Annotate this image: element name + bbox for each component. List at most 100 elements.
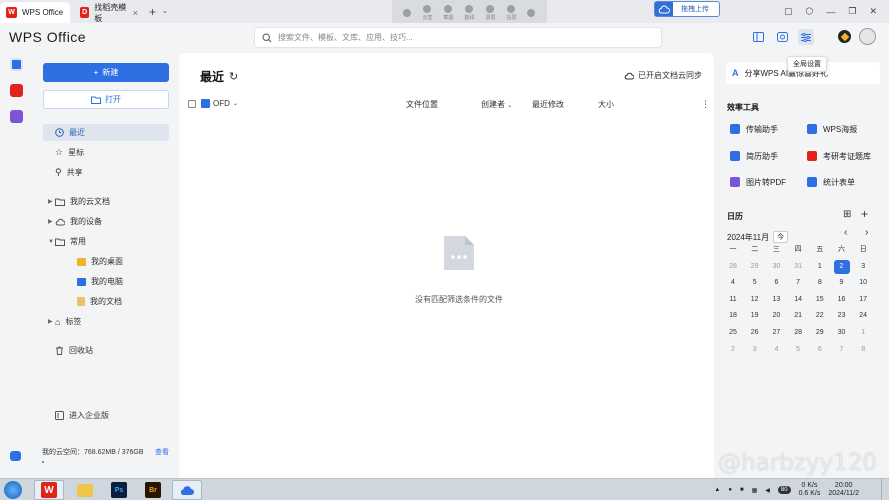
show-desktop-button[interactable] — [881, 479, 889, 500]
mini-tool-sign[interactable]: 云签 — [422, 5, 432, 21]
calendar-day[interactable]: 25 — [722, 326, 744, 340]
calendar-day[interactable]: 30 — [831, 326, 853, 340]
chevron-right-icon[interactable]: ▶ — [48, 198, 53, 205]
plus-icon[interactable]: + — [861, 207, 868, 221]
calendar-day[interactable]: 8 — [852, 343, 874, 357]
tool-transfer-assistant[interactable]: 传输助手 — [730, 122, 778, 136]
calendar-day[interactable]: 20 — [765, 309, 787, 323]
calendar-day[interactable]: 2 — [722, 343, 744, 357]
calendar-day[interactable]: 19 — [744, 309, 766, 323]
tool-stat-form[interactable]: 统计表单 — [807, 175, 855, 189]
close-icon[interactable]: × — [133, 8, 138, 18]
new-button[interactable]: + 新建 — [43, 63, 169, 82]
chevron-left-icon[interactable]: ‹ — [844, 227, 847, 238]
nav-item-my-computer[interactable]: 我的电脑 — [43, 273, 169, 290]
calendar-day[interactable]: 29 — [744, 260, 766, 274]
nav-item-recycle-bin[interactable]: 回收站 — [43, 342, 169, 359]
calendar-day[interactable]: 14 — [787, 293, 809, 307]
calendar-day[interactable]: 6 — [809, 343, 831, 357]
skin-icon[interactable]: ⬡ — [806, 6, 814, 17]
rail-apps-icon[interactable] — [10, 110, 23, 123]
list-options-icon[interactable]: ⋮ — [701, 99, 710, 110]
tray-shield-icon[interactable]: ■ — [740, 487, 744, 493]
calendar-day[interactable]: 16 — [831, 293, 853, 307]
mini-tool-record[interactable]: 录屏 — [485, 5, 495, 21]
calendar-day[interactable]: 4 — [765, 343, 787, 357]
rail-documents-icon[interactable] — [10, 58, 23, 71]
enterprise-entry[interactable]: 进入企业版 — [43, 407, 169, 424]
chevron-down-icon[interactable]: ▼ — [48, 239, 54, 245]
minimize-icon[interactable]: — — [826, 7, 835, 17]
tab-wps-office[interactable]: W WPS Office — [0, 2, 70, 23]
calendar-day[interactable]: 24 — [852, 309, 874, 323]
column-creator[interactable]: 创建者 ⌄ — [481, 99, 512, 110]
calendar-day[interactable]: 7 — [787, 276, 809, 290]
nav-item-recent[interactable]: 最近 — [43, 124, 169, 141]
calendar-day[interactable]: 29 — [809, 326, 831, 340]
add-event-icon[interactable]: ⊞ — [843, 209, 851, 220]
tray-volume-icon[interactable]: ◀ — [765, 487, 770, 494]
view-toggle-icon[interactable] — [750, 29, 766, 45]
calendar-day[interactable]: 4 — [722, 276, 744, 290]
calendar-day[interactable]: 8 — [809, 276, 831, 290]
layout-icon[interactable]: ▢ — [784, 6, 793, 17]
calendar-day[interactable]: 30 — [765, 260, 787, 274]
taskbar-bridge[interactable]: Br — [138, 480, 168, 500]
sync-cloud-icon[interactable] — [774, 29, 790, 45]
file-type-filter[interactable]: OFD ⌄ — [201, 99, 238, 108]
column-last-modified[interactable]: 最近修改 — [532, 99, 564, 110]
nav-item-desktop[interactable]: 我的桌面 — [43, 253, 169, 270]
chevron-right-icon[interactable]: ▶ — [48, 318, 53, 325]
mini-tool-translate[interactable]: 翻译 — [464, 5, 474, 21]
tray-network-icon[interactable]: ▦ — [752, 487, 758, 494]
storage-view-link[interactable]: 查看 — [155, 447, 169, 457]
mini-tool-screenshot[interactable]: 截图 — [443, 5, 453, 21]
tray-arrow-icon[interactable]: ▲ — [714, 487, 720, 493]
calendar-day[interactable]: 1 — [852, 326, 874, 340]
calendar-day[interactable]: 18 — [722, 309, 744, 323]
nav-item-frequent[interactable]: ▼ 常用 — [43, 233, 169, 250]
tray-mic-icon[interactable]: ● — [728, 487, 732, 493]
avatar[interactable] — [859, 28, 876, 45]
calendar-day[interactable]: 13 — [765, 293, 787, 307]
nav-item-cloud-docs[interactable]: ▶ 我的云文档 — [43, 193, 169, 210]
global-settings-icon[interactable] — [798, 29, 814, 45]
close-window-icon[interactable]: ✕ — [869, 6, 877, 17]
calendar-day[interactable]: 27 — [765, 326, 787, 340]
tool-image-to-pdf[interactable]: 图片转PDF — [730, 175, 786, 189]
chevron-down-icon[interactable]: ⌄ — [162, 7, 168, 15]
calendar-day[interactable]: 1 — [809, 260, 831, 274]
open-button[interactable]: 打开 — [43, 90, 169, 109]
tool-exam-bank[interactable]: 考研考证题库 — [807, 149, 871, 163]
taskbar-explorer[interactable] — [70, 480, 100, 500]
calendar-day[interactable]: 7 — [831, 343, 853, 357]
column-size[interactable]: 大小 — [598, 99, 614, 110]
refresh-icon[interactable]: ↻ — [229, 70, 238, 83]
calendar-day[interactable]: 17 — [852, 293, 874, 307]
today-button[interactable]: 今 — [773, 231, 789, 243]
calendar-day[interactable]: 11 — [722, 293, 744, 307]
calendar-day[interactable]: 3 — [744, 343, 766, 357]
calendar-day[interactable]: 28 — [787, 326, 809, 340]
clock[interactable]: 20:00 2024/11/2 — [828, 482, 859, 498]
select-all-checkbox[interactable] — [188, 100, 196, 108]
battery-indicator[interactable]: 80 — [777, 486, 791, 494]
calendar-day[interactable]: 31 — [787, 260, 809, 274]
calendar-day[interactable]: 5 — [787, 343, 809, 357]
taskbar-wps[interactable]: W — [34, 480, 64, 500]
nav-item-shared[interactable]: ⚲ 共享 — [43, 164, 169, 181]
chevron-right-icon[interactable]: ▶ — [48, 218, 53, 225]
taskbar-photoshop[interactable]: Ps — [104, 480, 134, 500]
chevron-right-icon[interactable]: › — [865, 227, 868, 238]
calendar-day[interactable]: 3 — [852, 260, 874, 274]
calendar-day[interactable]: 9 — [831, 276, 853, 290]
rail-pdf-icon[interactable] — [10, 84, 23, 97]
calendar-day[interactable]: 28 — [722, 260, 744, 274]
nav-item-my-documents[interactable]: 我的文档 — [43, 293, 169, 310]
mini-tool-cast[interactable]: 投屏 — [506, 5, 516, 21]
calendar-day[interactable]: 26 — [744, 326, 766, 340]
column-file-location[interactable]: 文件位置 — [406, 99, 438, 110]
calendar-day[interactable]: 12 — [744, 293, 766, 307]
calendar-day[interactable]: 15 — [809, 293, 831, 307]
mini-tool-privacy[interactable] — [527, 9, 536, 17]
